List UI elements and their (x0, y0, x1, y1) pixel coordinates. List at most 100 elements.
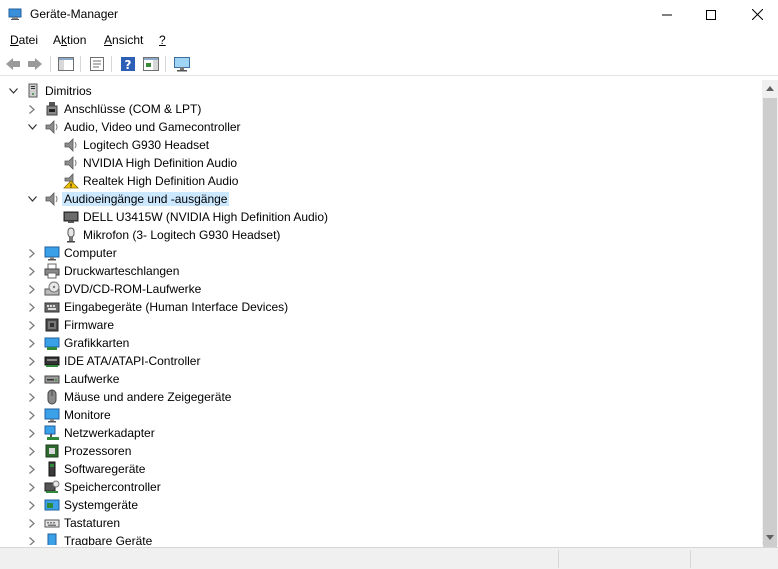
disk-drive-icon (44, 371, 60, 387)
tree-category[interactable]: Laufwerke (0, 370, 760, 388)
properties-icon (90, 57, 104, 71)
help-button[interactable]: ? (118, 54, 138, 74)
tree-node-label: Mikrofon (3- Logitech G930 Headset) (83, 228, 281, 242)
maximize-button[interactable] (688, 0, 734, 29)
expand-chevron[interactable] (27, 481, 37, 493)
action-pane-button[interactable] (141, 54, 161, 74)
collapse-chevron[interactable] (27, 193, 37, 205)
tree-category[interactable]: Firmware (0, 316, 760, 334)
tree-node-label: Logitech G930 Headset (83, 138, 210, 152)
system-device-icon (44, 497, 60, 513)
tree-device[interactable]: DELL U3415W (NVIDIA High Definition Audi… (0, 208, 760, 226)
expand-chevron[interactable] (27, 517, 37, 529)
back-button[interactable] (3, 54, 23, 74)
expand-chevron[interactable] (27, 103, 37, 115)
tree-category[interactable]: Tragbare Geräte (0, 532, 760, 545)
title-bar: Geräte-Manager (0, 0, 778, 29)
expand-chevron[interactable] (27, 445, 37, 457)
scan-hardware-button[interactable] (172, 54, 192, 74)
maximize-icon (706, 9, 716, 20)
collapse-chevron[interactable] (27, 121, 37, 133)
tree-category[interactable]: Systemgeräte (0, 496, 760, 514)
tree-root-label: Dimitrios (45, 84, 92, 98)
minimize-button[interactable] (644, 0, 690, 29)
tree-category[interactable]: Mäuse und andere Zeigegeräte (0, 388, 760, 406)
tree-device[interactable]: Realtek High Definition Audio (0, 172, 760, 190)
tree-category[interactable]: Netzwerkadapter (0, 424, 760, 442)
tree-node-label: Grafikkarten (64, 336, 130, 350)
expand-chevron[interactable] (27, 373, 37, 385)
tree-category[interactable]: Prozessoren (0, 442, 760, 460)
chevron-right-icon (29, 338, 35, 348)
expand-chevron[interactable] (27, 355, 37, 367)
tree-category[interactable]: Eingabegeräte (Human Interface Devices) (0, 298, 760, 316)
tree-category[interactable]: Audio, Video und Gamecontroller (0, 118, 760, 136)
expand-chevron[interactable] (27, 301, 37, 313)
tree-category[interactable]: Speichercontroller (0, 478, 760, 496)
arrow-down-icon (766, 534, 774, 540)
warning-speaker-icon (63, 173, 79, 189)
device-manager-app-icon (8, 8, 22, 20)
ide-controller-icon (44, 353, 60, 369)
tree-device[interactable]: Logitech G930 Headset (0, 136, 760, 154)
close-button[interactable] (734, 0, 778, 29)
chevron-right-icon (29, 500, 35, 510)
portable-device-icon (44, 533, 60, 545)
expand-chevron[interactable] (27, 337, 37, 349)
menu-aktion[interactable]: Aktion (53, 33, 86, 47)
firmware-icon (44, 317, 60, 333)
network-adapter-icon (44, 425, 60, 441)
expand-chevron[interactable] (27, 265, 37, 277)
scroll-up-button[interactable] (762, 80, 778, 96)
tree-category[interactable]: Monitore (0, 406, 760, 424)
properties-button[interactable] (87, 54, 107, 74)
processor-icon (44, 443, 60, 459)
scrollbar-thumb[interactable] (763, 98, 777, 569)
tree-category[interactable]: Grafikkarten (0, 334, 760, 352)
tree-node-label: Netzwerkadapter (64, 426, 155, 440)
console-tree-button[interactable] (56, 54, 76, 74)
chevron-right-icon (29, 392, 35, 402)
tree-root[interactable]: Dimitrios (0, 82, 760, 100)
status-bar (0, 547, 778, 569)
menu-ansicht[interactable]: Ansicht (104, 33, 143, 47)
tree-node-label: DVD/CD-ROM-Laufwerke (64, 282, 202, 296)
tree-device[interactable]: Mikrofon (3- Logitech G930 Headset) (0, 226, 760, 244)
expand-chevron[interactable] (27, 247, 37, 259)
tree-category[interactable]: Druckwarteschlangen (0, 262, 760, 280)
expand-chevron[interactable] (27, 319, 37, 331)
chevron-right-icon (29, 446, 35, 456)
expand-chevron[interactable] (27, 283, 37, 295)
collapse-root-chevron[interactable] (8, 85, 18, 97)
hid-icon (44, 299, 60, 315)
expand-chevron[interactable] (27, 535, 37, 545)
menu-datei[interactable]: Datei (10, 33, 38, 47)
tree-node-label: Mäuse und andere Zeigegeräte (64, 390, 232, 404)
forward-arrow-icon (28, 58, 42, 70)
tree-device[interactable]: NVIDIA High Definition Audio (0, 154, 760, 172)
tree-category[interactable]: Softwaregeräte (0, 460, 760, 478)
tree-node-label: Anschlüsse (COM & LPT) (64, 102, 202, 116)
expand-chevron[interactable] (27, 427, 37, 439)
vertical-scrollbar[interactable] (762, 80, 778, 569)
tree-category[interactable]: Anschlüsse (COM & LPT) (0, 100, 760, 118)
tree-node-label: Tastaturen (64, 516, 121, 530)
menu-help[interactable]: ? (159, 33, 166, 47)
expand-chevron[interactable] (27, 409, 37, 421)
tree-category[interactable]: DVD/CD-ROM-Laufwerke (0, 280, 760, 298)
scroll-down-button[interactable] (762, 529, 778, 545)
tree-category[interactable]: Tastaturen (0, 514, 760, 532)
tree-category[interactable]: Computer (0, 244, 760, 262)
forward-button[interactable] (25, 54, 45, 74)
tree-node-label: Druckwarteschlangen (64, 264, 180, 278)
speaker-icon (44, 191, 60, 207)
tree-node-label: Computer (64, 246, 117, 260)
tree-node-label: Realtek High Definition Audio (83, 174, 239, 188)
expand-chevron[interactable] (27, 463, 37, 475)
tree-category[interactable]: IDE ATA/ATAPI-Controller (0, 352, 760, 370)
action-pane-icon (143, 57, 159, 71)
expand-chevron[interactable] (27, 499, 37, 511)
tree-category[interactable]: Audioeingänge und -ausgänge (0, 190, 760, 208)
device-tree: Dimitrios Anschlüsse (COM & LPT) Audio, V… (0, 80, 762, 545)
expand-chevron[interactable] (27, 391, 37, 403)
